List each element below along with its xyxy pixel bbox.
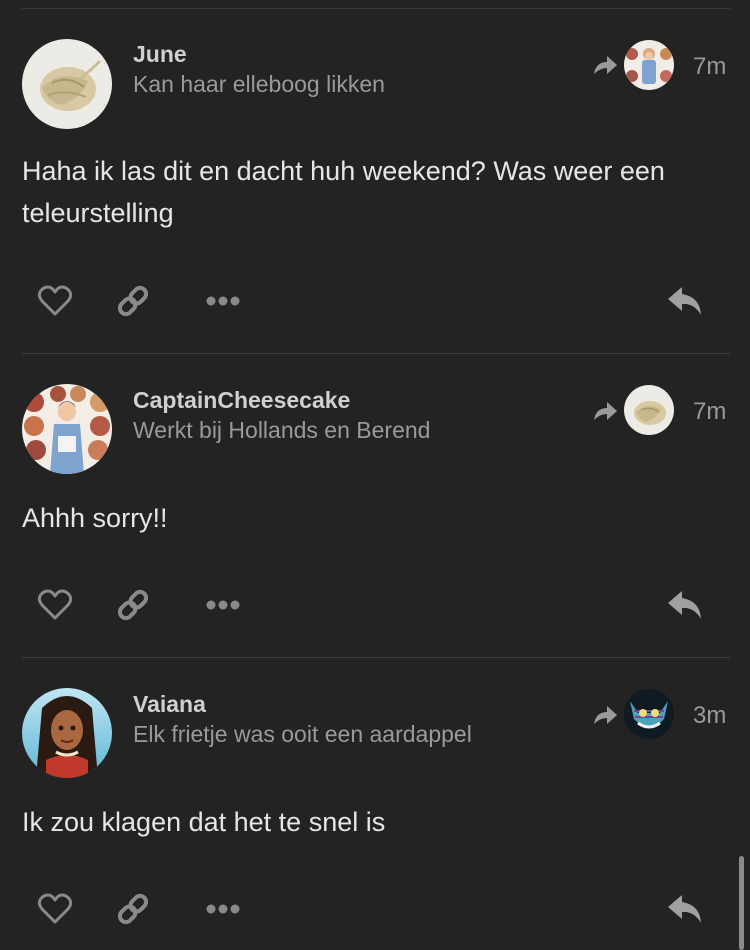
reply-arrow-icon — [594, 706, 617, 724]
heart-icon — [37, 285, 73, 316]
timestamp[interactable]: 7m — [693, 398, 726, 426]
more-button[interactable] — [202, 288, 244, 314]
heart-icon — [37, 589, 73, 620]
post-divider — [22, 353, 730, 354]
copy-link-button[interactable] — [112, 888, 154, 930]
reply-icon — [668, 591, 701, 619]
reply-button[interactable] — [664, 282, 706, 320]
avatar[interactable] — [22, 39, 112, 129]
timestamp[interactable]: 7m — [693, 53, 726, 81]
more-button[interactable] — [202, 896, 244, 922]
reply-to-avatar[interactable] — [624, 385, 674, 435]
avatar[interactable] — [22, 688, 112, 778]
post-body: Ahhh sorry!! — [22, 503, 168, 533]
user-title: Werkt bij Hollands en Berend — [133, 417, 431, 443]
reply-icon — [668, 895, 701, 923]
like-button[interactable] — [34, 282, 76, 320]
reply-button[interactable] — [664, 890, 706, 928]
link-icon — [117, 893, 149, 925]
reply-arrow-icon — [594, 402, 617, 420]
post-body: Ik zou klagen dat het te snel is — [22, 807, 386, 837]
user-title: Kan haar elleboog likken — [133, 71, 385, 97]
more-button[interactable] — [202, 592, 244, 618]
heart-icon — [37, 893, 73, 924]
avatar[interactable] — [22, 384, 112, 474]
like-button[interactable] — [34, 586, 76, 624]
username[interactable]: Vaiana — [133, 691, 206, 718]
reply-arrow-icon — [594, 56, 617, 74]
more-icon — [206, 904, 240, 914]
like-button[interactable] — [34, 890, 76, 928]
top-divider — [22, 8, 730, 9]
link-icon — [117, 589, 149, 621]
user-title: Elk frietje was ooit een aardappel — [133, 721, 472, 747]
more-icon — [206, 600, 240, 610]
copy-link-button[interactable] — [112, 280, 154, 322]
post-divider — [22, 657, 730, 658]
link-icon — [117, 285, 149, 317]
username[interactable]: June — [133, 41, 187, 68]
reply-icon — [668, 287, 701, 315]
reply-to-avatar[interactable] — [624, 689, 674, 739]
more-icon — [206, 296, 240, 306]
scrollbar[interactable] — [739, 856, 744, 950]
copy-link-button[interactable] — [112, 584, 154, 626]
username[interactable]: CaptainCheesecake — [133, 387, 350, 414]
timestamp[interactable]: 3m — [693, 702, 726, 730]
reply-to-avatar[interactable] — [624, 40, 674, 90]
post-body: Haha ik las dit en dacht huh weekend? Wa… — [22, 156, 665, 228]
reply-button[interactable] — [664, 586, 706, 624]
